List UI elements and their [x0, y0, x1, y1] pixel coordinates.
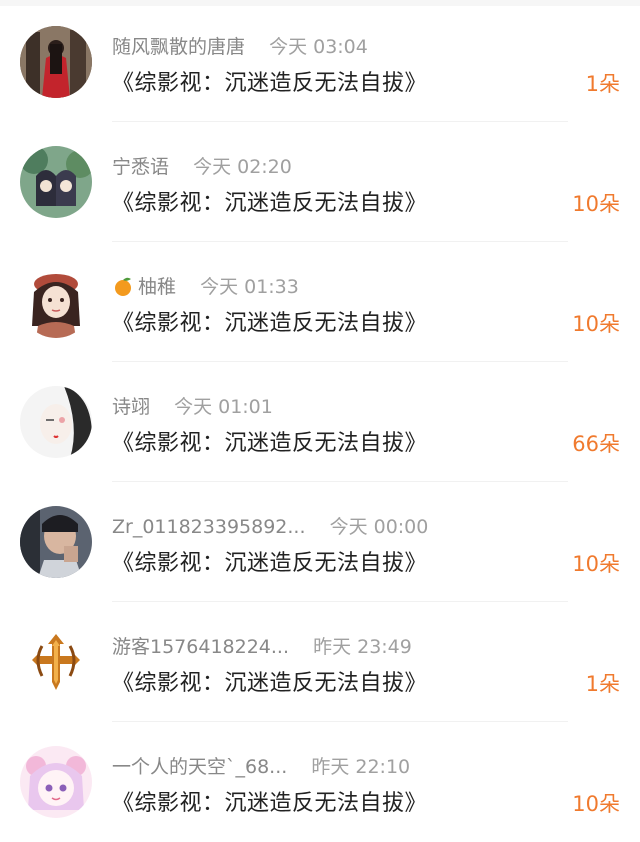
timestamp: 今天 00:00 — [329, 516, 429, 538]
avatar[interactable] — [20, 26, 92, 98]
avatar[interactable] — [20, 386, 92, 458]
timestamp: 今天 01:01 — [174, 396, 273, 418]
username[interactable]: Zr_011823395892... — [112, 512, 306, 542]
row-meta: 游客1576418224... 昨天 23:49 — [112, 632, 412, 662]
row-meta: 随风飘散的唐唐 今天 03:04 — [112, 32, 368, 62]
book-title[interactable]: 《综影视：沉迷造反无法自拔》 — [112, 668, 427, 700]
list-item[interactable]: 宁悉语 今天 02:20 《综影视：沉迷造反无法自拔》 10朵 — [0, 122, 640, 242]
timestamp: 今天 01:33 — [200, 276, 299, 298]
book-title[interactable]: 《综影视：沉迷造反无法自拔》 — [112, 548, 427, 580]
flower-count: 10朵 — [572, 192, 620, 216]
list-item[interactable]: 随风飘散的唐唐 今天 03:04 《综影视：沉迷造反无法自拔》 1朵 — [0, 2, 640, 122]
flower-count: 10朵 — [572, 312, 620, 336]
row-meta: 诗翊 今天 01:01 — [112, 392, 273, 422]
book-title[interactable]: 《综影视：沉迷造反无法自拔》 — [112, 788, 427, 820]
avatar[interactable] — [20, 506, 92, 578]
gift-list: 随风飘散的唐唐 今天 03:04 《综影视：沉迷造反无法自拔》 1朵 宁悉语 今… — [0, 0, 640, 842]
flower-count: 1朵 — [585, 672, 620, 696]
row-meta: Zr_011823395892... 今天 00:00 — [112, 512, 428, 542]
list-item[interactable]: 一个人的天空`_68... 昨天 22:10 《综影视：沉迷造反无法自拔》 10… — [0, 722, 640, 842]
list-item[interactable]: Zr_011823395892... 今天 00:00 《综影视：沉迷造反无法自… — [0, 482, 640, 602]
username[interactable]: 一个人的天空`_68... — [112, 752, 287, 782]
avatar[interactable] — [20, 746, 92, 818]
book-title[interactable]: 《综影视：沉迷造反无法自拔》 — [112, 188, 427, 220]
username[interactable]: 柚稚 — [138, 272, 176, 302]
avatar[interactable] — [20, 146, 92, 218]
flower-count: 66朵 — [572, 432, 620, 456]
username[interactable]: 诗翊 — [112, 392, 150, 422]
timestamp: 昨天 22:10 — [311, 756, 411, 778]
timestamp: 今天 02:20 — [193, 156, 292, 178]
row-meta: 宁悉语 今天 02:20 — [112, 152, 292, 182]
username[interactable]: 游客1576418224... — [112, 632, 289, 662]
book-title[interactable]: 《综影视：沉迷造反无法自拔》 — [112, 68, 427, 100]
book-title[interactable]: 《综影视：沉迷造反无法自拔》 — [112, 428, 427, 460]
username[interactable]: 随风飘散的唐唐 — [112, 32, 245, 62]
row-meta: 一个人的天空`_68... 昨天 22:10 — [112, 752, 410, 782]
username[interactable]: 宁悉语 — [112, 152, 169, 182]
book-title[interactable]: 《综影视：沉迷造反无法自拔》 — [112, 308, 427, 340]
avatar[interactable] — [20, 626, 92, 698]
list-item[interactable]: 游客1576418224... 昨天 23:49 《综影视：沉迷造反无法自拔》 … — [0, 602, 640, 722]
timestamp: 昨天 23:49 — [313, 636, 412, 658]
avatar[interactable] — [20, 266, 92, 338]
flower-count: 10朵 — [572, 792, 620, 816]
row-meta: 柚稚 今天 01:33 — [112, 272, 299, 302]
list-item[interactable]: 诗翊 今天 01:01 《综影视：沉迷造反无法自拔》 66朵 — [0, 362, 640, 482]
tangerine-emoji-icon — [115, 277, 131, 296]
flower-count: 1朵 — [585, 72, 620, 96]
flower-count: 10朵 — [572, 552, 620, 576]
list-item[interactable]: 柚稚 今天 01:33 《综影视：沉迷造反无法自拔》 10朵 — [0, 242, 640, 362]
timestamp: 今天 03:04 — [269, 36, 368, 58]
